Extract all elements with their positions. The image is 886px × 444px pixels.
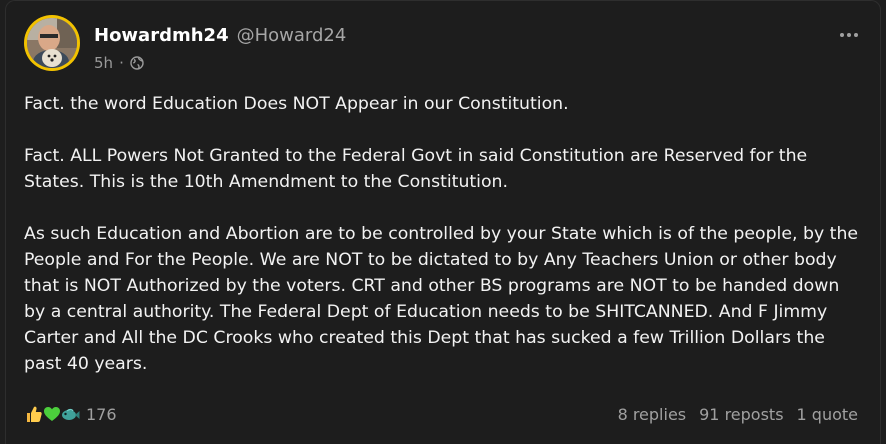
thumbs-up-icon [24, 404, 44, 424]
post-stats: 8 replies 91 reposts 1 quote [618, 405, 858, 424]
meta-separator: · [119, 54, 124, 72]
author-line: Howardmh24 @Howard24 [94, 25, 346, 46]
more-options-button[interactable] [836, 27, 862, 43]
post-paragraph: Fact. the word Education Does NOT Appear… [24, 94, 569, 114]
avatar-image [27, 18, 77, 68]
quotes-count[interactable]: 1 quote [797, 405, 858, 424]
post-body: Fact. the word Education Does NOT Appear… [24, 91, 864, 403]
reposts-count[interactable]: 91 reposts [699, 405, 783, 424]
avatar[interactable] [24, 15, 80, 71]
post-footer: 176 8 replies 91 reposts 1 quote [24, 401, 858, 427]
fish-icon [60, 404, 80, 424]
replies-count[interactable]: 8 replies [618, 405, 687, 424]
post-card: Howardmh24 @Howard24 5h · Fact. the word … [5, 0, 881, 444]
user-handle[interactable]: @Howard24 [237, 25, 347, 46]
globe-icon [130, 56, 144, 70]
green-heart-icon [42, 404, 62, 424]
post-meta: 5h · [94, 54, 144, 72]
more-dot-icon [847, 33, 851, 37]
more-dot-icon [854, 33, 858, 37]
more-dot-icon [840, 33, 844, 37]
reactions-button[interactable]: 176 [24, 404, 117, 424]
timestamp[interactable]: 5h [94, 54, 113, 72]
reaction-count: 176 [86, 404, 117, 424]
post-paragraph: As such Education and Abortion are to be… [24, 224, 859, 374]
display-name[interactable]: Howardmh24 [94, 25, 229, 46]
post-paragraph: Fact. ALL Powers Not Granted to the Fede… [24, 146, 808, 192]
